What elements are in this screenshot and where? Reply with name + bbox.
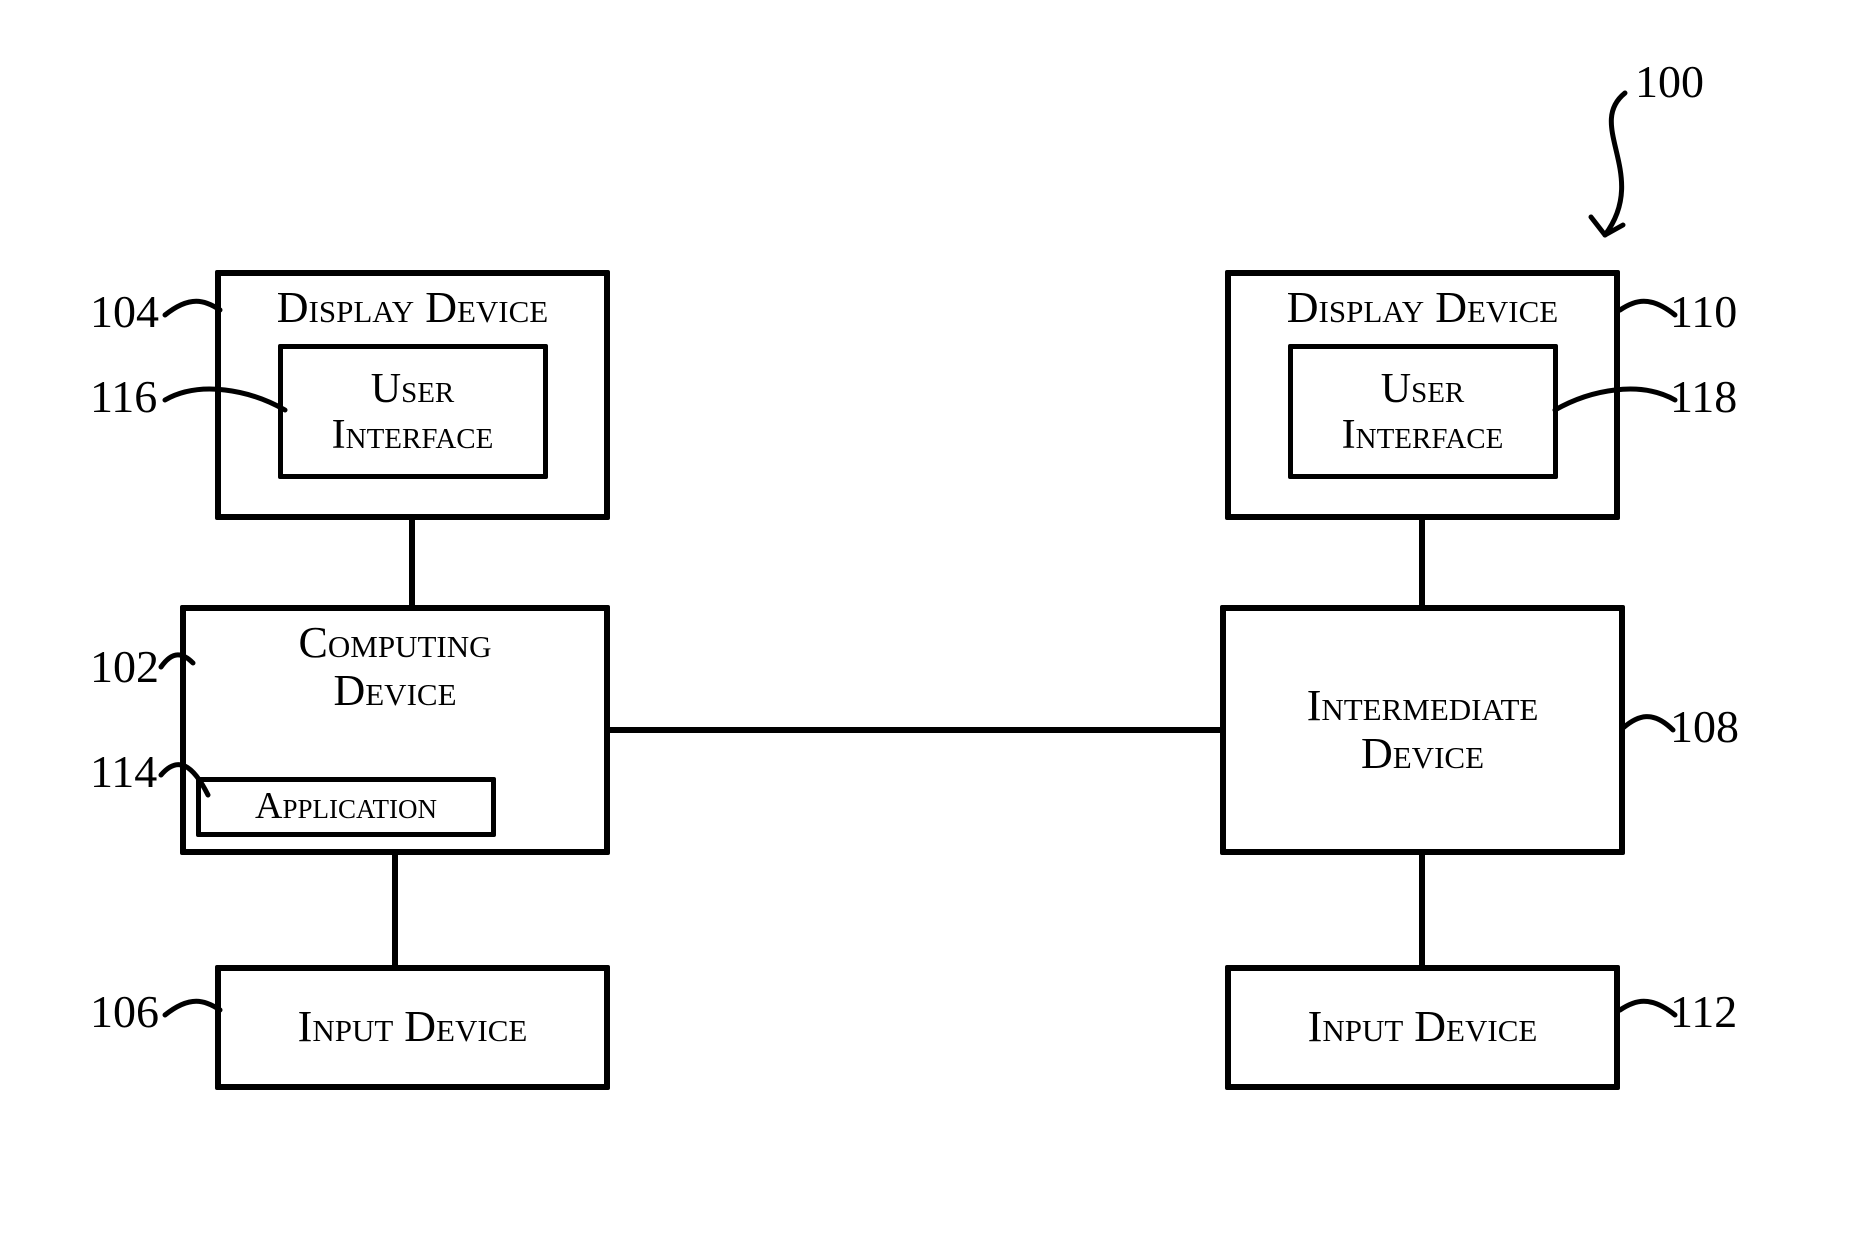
leader-ui-left [160,380,290,440]
block-computing: Computing Device Application [180,605,610,855]
block-display-right-title: Display Device [1287,276,1558,332]
ref-input-left: 106 [90,985,159,1038]
block-input-left-title: Input Device [298,1003,528,1051]
leader-input-left [160,995,230,1045]
ref-computing: 102 [90,640,159,693]
ref-intermediate: 108 [1670,700,1739,753]
leader-intermediate [1618,710,1678,760]
block-input-right: Input Device [1225,965,1620,1090]
ref-ui-right: 118 [1670,370,1737,423]
block-input-left: Input Device [215,965,610,1090]
leader-input-right [1610,995,1680,1045]
ref-display-left: 104 [90,285,159,338]
block-display-left-title: Display Device [277,276,548,332]
block-application-title: Application [255,786,437,828]
ref-ui-left: 116 [90,370,157,423]
block-ui-left: User Interface [278,344,548,479]
diagram-stage: Display Device User Interface Computing … [0,0,1865,1245]
ref-input-right: 112 [1670,985,1737,1038]
leader-display-right [1610,295,1680,345]
ref-display-right: 110 [1670,285,1737,338]
block-intermediate-title: Intermediate Device [1307,682,1539,779]
block-ui-right-title: User Interface [1342,366,1504,458]
connector-display-to-computing-left [409,520,415,605]
leader-application [158,755,213,815]
connector-computing-to-input-left [392,855,398,965]
ref-application: 114 [90,745,157,798]
leader-computing [158,645,198,695]
connector-display-to-intermediate [1419,520,1425,605]
leader-display-left [160,295,230,345]
connector-intermediate-to-input-right [1419,855,1425,965]
block-ui-right: User Interface [1288,344,1558,479]
block-intermediate: Intermediate Device [1220,605,1625,855]
block-application: Application [196,777,496,837]
block-ui-left-title: User Interface [332,366,494,458]
leader-figure [1555,85,1665,255]
block-input-right-title: Input Device [1308,1003,1538,1051]
leader-ui-right [1550,380,1680,440]
connector-computing-to-intermediate [610,727,1220,733]
block-computing-title: Computing Device [299,611,492,716]
